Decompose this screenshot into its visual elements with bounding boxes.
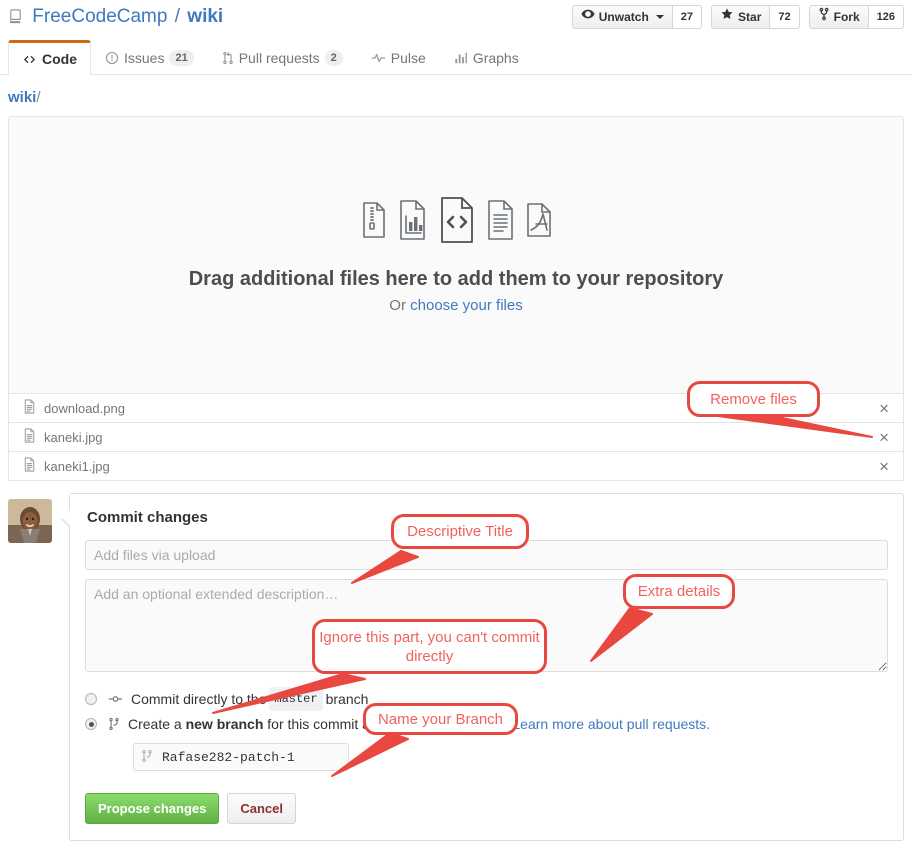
master-branch-code: master xyxy=(269,687,323,711)
tab-graphs-label: Graphs xyxy=(472,50,519,66)
star-icon xyxy=(720,6,734,28)
create-branch-text-before: Create a xyxy=(128,716,182,732)
commit-directly-text-after: branch xyxy=(325,691,369,707)
dropzone-subtitle: Or choose your files xyxy=(389,297,522,314)
commit-directly-radio[interactable] xyxy=(85,693,97,705)
tab-issues-label: Issues xyxy=(124,50,165,66)
unwatch-button[interactable]: Unwatch xyxy=(571,5,673,29)
tab-issues[interactable]: Issues 21 xyxy=(91,40,208,74)
choose-files-link[interactable]: choose your files xyxy=(410,297,523,314)
tab-code[interactable]: Code xyxy=(8,40,91,76)
file-row: kaneki.jpg × xyxy=(9,422,903,451)
git-commit-icon xyxy=(108,692,123,706)
file-name: kaneki1.jpg xyxy=(44,458,110,474)
eye-icon xyxy=(581,6,595,28)
file-type-icons xyxy=(360,196,552,246)
commit-actions: Propose changes Cancel xyxy=(85,793,888,824)
create-branch-radio[interactable] xyxy=(85,718,97,730)
repo-forked-icon xyxy=(8,7,23,31)
commit-directly-text-before: Commit directly to the xyxy=(131,691,267,707)
git-pull-request-icon xyxy=(222,51,234,65)
zip-file-icon xyxy=(360,201,388,241)
remove-file-icon[interactable]: × xyxy=(875,458,893,475)
file-dropzone[interactable]: Drag additional files here to add them t… xyxy=(9,117,903,393)
fork-button-label: Fork xyxy=(833,10,860,24)
tab-code-label: Code xyxy=(42,51,77,67)
tab-pulse-label: Pulse xyxy=(390,50,426,66)
dropzone-title: Drag additional files here to add them t… xyxy=(188,267,724,290)
branch-options: Commit directly to the master branch Cre… xyxy=(85,687,888,771)
tab-issues-count: 21 xyxy=(169,50,194,66)
propose-changes-button[interactable]: Propose changes xyxy=(85,793,220,824)
git-branch-icon xyxy=(108,717,120,731)
commit-directly-option[interactable]: Commit directly to the master branch xyxy=(85,687,888,711)
file-name: download.png xyxy=(44,400,125,416)
repo-name-link[interactable]: wiki xyxy=(187,6,223,27)
watch-count[interactable]: 27 xyxy=(672,5,703,29)
commit-box: Commit changes Commit directly to the ma… xyxy=(61,493,904,841)
tab-pull-requests-count: 2 xyxy=(324,50,343,66)
create-branch-option[interactable]: Create a new branch for this commit and … xyxy=(85,713,888,735)
star-button-group[interactable]: Star 72 xyxy=(711,5,800,29)
star-button[interactable]: Star xyxy=(711,5,771,29)
breadcrumb: wiki/ xyxy=(0,75,912,116)
repo-title: FreeCodeCamp / wiki xyxy=(8,5,223,31)
file-icon xyxy=(23,457,36,475)
chevron-down-icon xyxy=(655,15,664,19)
repo-nav-list: Code Issues 21 Pull requests 2 Pulse Gra… xyxy=(8,40,912,76)
commit-description-textarea[interactable] xyxy=(85,579,888,672)
tab-pulse[interactable]: Pulse xyxy=(357,40,440,74)
create-branch-text-after: for this commit and start a pull request… xyxy=(267,716,509,732)
avatar xyxy=(8,499,52,543)
fork-count[interactable]: 126 xyxy=(868,5,904,29)
tab-pull-requests[interactable]: Pull requests 2 xyxy=(208,40,357,74)
code-file-icon xyxy=(438,196,476,246)
text-file-icon xyxy=(485,199,517,243)
commit-heading: Commit changes xyxy=(87,509,208,526)
file-icon xyxy=(23,428,36,446)
code-icon xyxy=(22,53,37,66)
repo-nav: Code Issues 21 Pull requests 2 Pulse Gra… xyxy=(0,40,912,76)
file-icon xyxy=(23,399,36,417)
issue-opened-icon xyxy=(105,51,119,65)
tab-pull-requests-label: Pull requests xyxy=(238,50,320,66)
repo-actions: Unwatch 27 Star 72 Fork 126 xyxy=(571,5,904,29)
create-branch-bold: new branch xyxy=(185,716,264,732)
breadcrumb-root-link[interactable]: wiki xyxy=(8,89,36,106)
watch-button-group[interactable]: Unwatch 27 xyxy=(571,5,703,29)
fork-button[interactable]: Fork xyxy=(808,5,869,29)
star-button-label: Star xyxy=(738,10,762,24)
commit-title-input[interactable] xyxy=(85,540,888,570)
repo-separator: / xyxy=(174,6,181,27)
file-row: kaneki1.jpg × xyxy=(9,451,903,480)
commit-form-area: Commit changes Commit directly to the ma… xyxy=(8,493,904,841)
tab-graphs[interactable]: Graphs xyxy=(440,40,533,74)
pdf-file-icon xyxy=(526,202,552,240)
fork-button-group[interactable]: Fork 126 xyxy=(808,5,904,29)
file-name: kaneki.jpg xyxy=(44,429,103,445)
upload-area: Drag additional files here to add them t… xyxy=(8,116,904,481)
branch-name-field xyxy=(133,743,349,771)
graph-icon xyxy=(454,51,468,65)
branch-name-input[interactable] xyxy=(133,743,349,771)
learn-more-pull-requests-link[interactable]: Learn more about pull requests. xyxy=(512,713,710,735)
breadcrumb-slash: / xyxy=(36,89,41,106)
fork-icon xyxy=(818,6,830,28)
cancel-button[interactable]: Cancel xyxy=(227,793,297,824)
unwatch-button-label: Unwatch xyxy=(598,10,649,24)
file-row: download.png × xyxy=(9,393,903,422)
spreadsheet-file-icon xyxy=(397,199,429,243)
dropzone-or-text: Or xyxy=(389,296,411,314)
repo-header: FreeCodeCamp / wiki Unwatch 27 Star 72 F… xyxy=(0,0,912,40)
remove-file-icon[interactable]: × xyxy=(875,429,893,446)
pulse-icon xyxy=(371,51,386,65)
repo-owner-link[interactable]: FreeCodeCamp xyxy=(32,6,167,27)
remove-file-icon[interactable]: × xyxy=(875,400,893,417)
star-count[interactable]: 72 xyxy=(770,5,800,29)
